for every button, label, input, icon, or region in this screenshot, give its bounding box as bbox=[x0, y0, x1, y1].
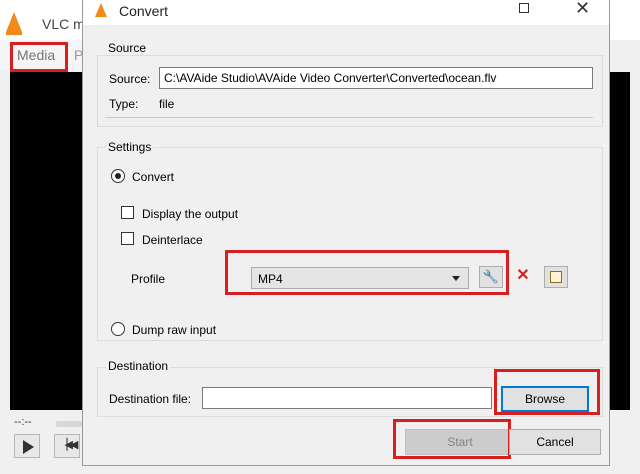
destination-file-field[interactable] bbox=[202, 387, 492, 409]
source-group-title: Source bbox=[106, 41, 149, 55]
chevron-down-icon bbox=[452, 276, 460, 281]
destination-group-title: Destination bbox=[106, 359, 171, 373]
convert-radio[interactable] bbox=[111, 169, 125, 183]
menu-media[interactable]: Media bbox=[17, 47, 55, 63]
vlc-cone-icon bbox=[95, 3, 107, 17]
previous-button[interactable]: ▕◀◀ bbox=[54, 434, 80, 458]
browse-button[interactable]: Browse bbox=[501, 386, 589, 412]
deinterlace-label: Deinterlace bbox=[142, 233, 203, 247]
dump-raw-radio[interactable] bbox=[111, 322, 125, 336]
maximize-icon[interactable] bbox=[519, 3, 529, 13]
profile-label: Profile bbox=[131, 272, 166, 286]
play-button[interactable] bbox=[14, 434, 40, 458]
convert-dialog: Convert ✕ Source Source: C:\AVAide Studi… bbox=[82, 0, 610, 466]
source-divider bbox=[105, 117, 593, 118]
display-output-label: Display the output bbox=[142, 207, 239, 221]
source-path-field[interactable]: C:\AVAide Studio\AVAide Video Converter\… bbox=[159, 67, 593, 89]
cancel-button[interactable]: Cancel bbox=[509, 429, 601, 455]
type-value: file bbox=[159, 97, 175, 111]
source-label: Source: bbox=[109, 72, 151, 86]
profile-dropdown[interactable]: MP4 bbox=[251, 267, 469, 289]
edit-profile-button[interactable]: 🔧 bbox=[479, 266, 503, 288]
start-button[interactable]: Start bbox=[405, 429, 515, 455]
video-area-right bbox=[610, 72, 630, 410]
dialog-title: Convert bbox=[119, 3, 169, 19]
type-label: Type: bbox=[109, 97, 139, 111]
dump-raw-label: Dump raw input bbox=[132, 323, 217, 337]
play-icon bbox=[23, 440, 34, 454]
convert-radio-label: Convert bbox=[132, 170, 175, 184]
close-icon[interactable]: ✕ bbox=[575, 0, 590, 19]
dialog-titlebar: Convert ✕ bbox=[83, 0, 609, 25]
deinterlace-checkbox[interactable] bbox=[121, 232, 134, 245]
delete-profile-button[interactable]: ✕ bbox=[511, 266, 535, 288]
new-profile-button[interactable] bbox=[544, 266, 568, 288]
delete-icon: ✕ bbox=[516, 267, 530, 284]
elapsed-time: --:-- bbox=[14, 416, 32, 428]
profile-selected-value: MP4 bbox=[258, 272, 283, 286]
previous-icon: ▕◀◀ bbox=[59, 439, 78, 451]
wrench-icon: 🔧 bbox=[482, 269, 500, 284]
new-profile-icon bbox=[550, 271, 562, 283]
display-output-checkbox[interactable] bbox=[121, 206, 134, 219]
destination-file-label: Destination file: bbox=[109, 392, 192, 406]
vlc-window-title: VLC m bbox=[42, 16, 85, 32]
vlc-logo-icon bbox=[6, 12, 22, 35]
settings-group-title: Settings bbox=[106, 140, 154, 154]
